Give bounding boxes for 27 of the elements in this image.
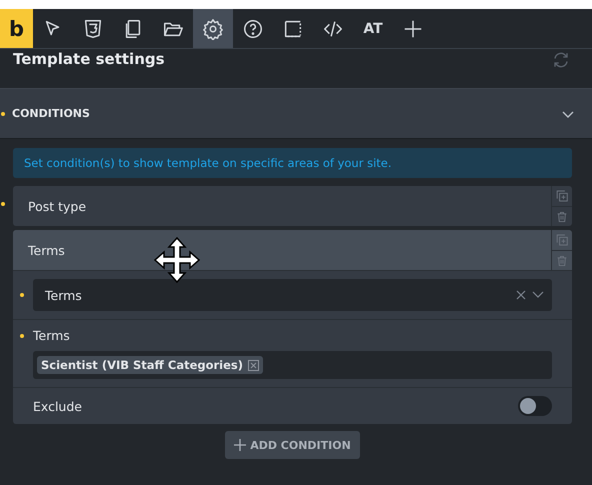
field-label: Terms [33, 328, 70, 343]
settings-icon [202, 18, 224, 40]
panel-title: Template settings [13, 50, 165, 68]
help-icon [242, 18, 264, 40]
refresh-icon[interactable] [552, 51, 570, 69]
info-notice: Set condition(s) to show template on specific areas of your site. [13, 148, 572, 178]
add-condition-button[interactable]: ADD CONDITION [225, 431, 360, 459]
plus-icon [234, 439, 246, 451]
condition-title: Post type [28, 198, 88, 214]
terms-select[interactable]: Terms [33, 279, 552, 311]
select-value: Terms [45, 288, 82, 302]
clear-icon[interactable] [516, 290, 526, 300]
toolbar-button[interactable]: AT [353, 9, 393, 48]
exclude-toggle[interactable] [518, 396, 552, 416]
remove-tag-icon[interactable] [248, 360, 260, 370]
condition-header[interactable]: Terms [13, 230, 572, 271]
section-header[interactable]: CONDITIONS [0, 89, 592, 139]
exclude-label: Exclude [33, 398, 82, 414]
section-title: CONDITIONS [12, 107, 91, 120]
terms-field[interactable]: Scientist (VIB Staff Categories) [33, 351, 552, 379]
chevron-icon [532, 291, 544, 299]
logo[interactable]: b [0, 9, 33, 48]
term-tag: Scientist (VIB Staff Categories) [37, 356, 264, 374]
move-cursor-icon [153, 236, 201, 284]
css-shield-icon [82, 18, 104, 40]
toolbar-button[interactable] [193, 9, 233, 48]
condition-title: Terms [28, 242, 66, 258]
